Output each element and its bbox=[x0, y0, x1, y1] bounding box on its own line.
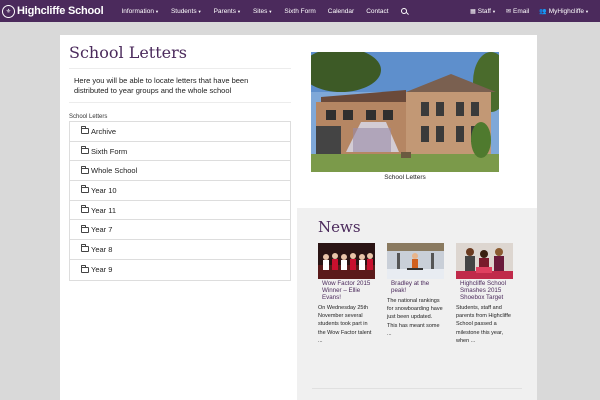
folder-icon bbox=[81, 146, 89, 155]
nav-contact[interactable]: Contact bbox=[360, 0, 394, 22]
letters-folder-list: Archive Sixth Form Whole School Year 10 … bbox=[69, 121, 291, 281]
nav-label: Sites bbox=[252, 7, 268, 15]
folder-icon bbox=[81, 126, 89, 135]
folder-icon bbox=[81, 264, 89, 273]
nav-right: ▦ Staff ▼ ✉ Email 👥 MyHighcliffe ▼ bbox=[465, 0, 600, 22]
folder-label: Archive bbox=[91, 126, 117, 136]
nav-students[interactable]: Students ▼ bbox=[165, 0, 208, 22]
folder-label: Year 9 bbox=[91, 265, 113, 275]
folder-year-7[interactable]: Year 7 bbox=[70, 220, 290, 241]
nav-parents[interactable]: Parents ▼ bbox=[208, 0, 247, 22]
nav-label: Email bbox=[513, 7, 530, 15]
caret-down-icon: ▼ bbox=[154, 8, 159, 14]
news-card[interactable]: Highcliffe School Smashes 2015 Shoebox T… bbox=[456, 243, 513, 345]
nav-label: Students bbox=[170, 7, 197, 15]
intro-text: Here you will be able to locate letters … bbox=[74, 76, 249, 95]
folder-icon bbox=[81, 185, 89, 194]
caret-down-icon: ▼ bbox=[236, 8, 241, 14]
news-headline[interactable]: Wow Factor 2015 Winner – Ellie Evans! bbox=[318, 280, 375, 301]
top-navbar: ⚜ Highcliffe School Information ▼ Student… bbox=[0, 0, 600, 22]
folder-label: Sixth Form bbox=[91, 146, 128, 156]
main-content: School Letters Here you will be able to … bbox=[60, 35, 537, 400]
nav-label: Parents bbox=[213, 7, 236, 15]
brand-link[interactable]: ⚜ Highcliffe School bbox=[0, 0, 104, 22]
news-card[interactable]: Bradley at the peak! The national rankin… bbox=[387, 243, 444, 338]
school-building-photo bbox=[311, 52, 499, 172]
search-icon bbox=[400, 8, 407, 14]
folder-label: Year 7 bbox=[91, 225, 113, 235]
folder-year-11[interactable]: Year 11 bbox=[70, 201, 290, 221]
photo-caption: School Letters bbox=[384, 174, 426, 181]
school-crest-icon: ⚜ bbox=[2, 4, 15, 18]
news-panel: News Wow Factor 2015 Winner – Ellie Evan… bbox=[297, 208, 537, 400]
folder-label: Year 8 bbox=[91, 244, 113, 254]
folder-archive[interactable]: Archive bbox=[70, 122, 290, 142]
news-card[interactable]: Wow Factor 2015 Winner – Ellie Evans! On… bbox=[318, 243, 375, 345]
news-excerpt: Students, staff and parents from Highcli… bbox=[456, 305, 511, 344]
news-thumbnail[interactable] bbox=[387, 243, 444, 279]
nav-label: MyHighcliffe bbox=[548, 7, 585, 15]
nav-label: Staff bbox=[477, 7, 491, 15]
nav-sites[interactable]: Sites ▼ bbox=[247, 0, 278, 22]
nav-email[interactable]: ✉ Email bbox=[501, 0, 534, 22]
folder-year-9[interactable]: Year 9 bbox=[70, 260, 290, 280]
nav-calendar[interactable]: Calendar bbox=[322, 0, 360, 22]
staff-icon: ▦ bbox=[470, 8, 476, 15]
folder-sixth-form[interactable]: Sixth Form bbox=[70, 142, 290, 162]
folder-label: Whole School bbox=[91, 166, 138, 176]
caret-down-icon: ▼ bbox=[268, 8, 273, 14]
divider bbox=[69, 102, 291, 103]
nav-label: Information bbox=[121, 7, 154, 15]
folder-year-10[interactable]: Year 10 bbox=[70, 181, 290, 201]
search-button[interactable] bbox=[395, 0, 413, 22]
envelope-icon: ✉ bbox=[505, 8, 511, 15]
letters-list-heading: School Letters bbox=[69, 114, 108, 120]
news-title: News bbox=[318, 218, 361, 236]
news-excerpt: On Wednesday 25th November several stude… bbox=[318, 305, 372, 344]
caret-down-icon: ▼ bbox=[492, 8, 496, 14]
folder-icon bbox=[81, 244, 89, 253]
folder-whole-school[interactable]: Whole School bbox=[70, 161, 290, 182]
news-image-snowboarding bbox=[387, 243, 444, 279]
divider bbox=[69, 68, 291, 69]
page-title: School Letters bbox=[69, 43, 187, 62]
folder-year-8[interactable]: Year 8 bbox=[70, 240, 290, 260]
news-thumbnail[interactable] bbox=[318, 243, 375, 279]
caret-down-icon: ▼ bbox=[585, 8, 589, 14]
folder-icon bbox=[81, 224, 89, 233]
folder-icon bbox=[81, 165, 89, 174]
users-icon: 👥 bbox=[539, 8, 547, 15]
nav-staff[interactable]: ▦ Staff ▼ bbox=[465, 0, 501, 22]
brand-name: Highcliffe School bbox=[17, 5, 104, 17]
news-headline[interactable]: Bradley at the peak! bbox=[387, 280, 444, 294]
news-image-wow-factor bbox=[318, 243, 375, 279]
folder-icon bbox=[81, 205, 89, 214]
caret-down-icon: ▼ bbox=[197, 8, 202, 14]
news-image-shoebox bbox=[456, 243, 513, 279]
nav-myhighcliffe[interactable]: 👥 MyHighcliffe ▼ bbox=[534, 0, 594, 22]
main-nav: Information ▼ Students ▼ Parents ▼ Sites ▼ S… bbox=[115, 0, 412, 22]
folder-label: Year 10 bbox=[91, 185, 117, 195]
news-headline[interactable]: Highcliffe School Smashes 2015 Shoebox T… bbox=[456, 280, 513, 301]
news-thumbnail[interactable] bbox=[456, 243, 513, 279]
nav-sixth-form[interactable]: Sixth Form bbox=[278, 0, 321, 22]
folder-label: Year 11 bbox=[91, 205, 117, 215]
divider bbox=[312, 388, 522, 389]
news-excerpt: The national rankings for snowboarding h… bbox=[387, 298, 443, 337]
school-building-image bbox=[311, 52, 499, 172]
nav-information[interactable]: Information ▼ bbox=[115, 0, 165, 22]
